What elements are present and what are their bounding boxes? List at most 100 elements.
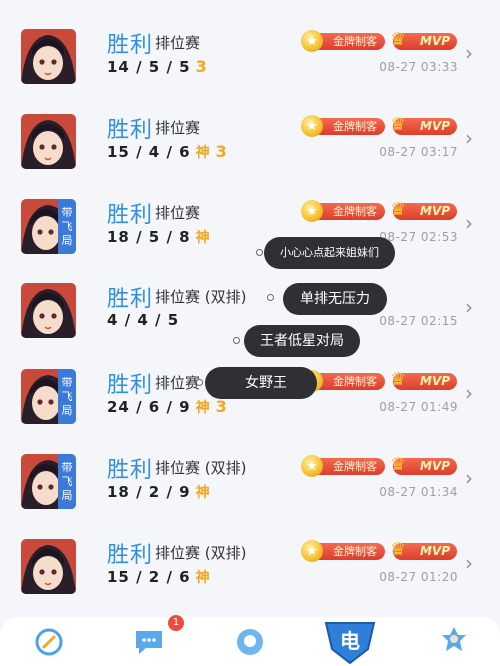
gold-badge-label: 金牌制客: [333, 205, 377, 218]
tag-bubble[interactable]: 王者低星对局: [244, 325, 360, 357]
hero-avatar: [21, 283, 76, 338]
carry-game-ribbon: 带飞局: [58, 369, 76, 424]
trophy-icon: ♛: [390, 539, 407, 560]
match-mode: 排位赛: [155, 34, 201, 52]
match-result: 胜利: [107, 118, 154, 143]
triple-kill-count: 3: [195, 57, 208, 76]
kda: 18 / 5 / 8神: [107, 227, 211, 247]
tag-bubble[interactable]: 小心心点起来姐妹们: [264, 237, 395, 269]
trophy-icon: ♛: [390, 199, 407, 220]
carry-game-ribbon: 带飞局: [58, 199, 76, 254]
match-time: 08-27 03:17: [379, 145, 458, 159]
gold-badge: ★ 金牌制客: [301, 200, 385, 222]
match-row[interactable]: 带飞局 胜利 排位赛 (双排) 18 / 2 / 9神 ★ 金牌制客 ♛ MVP 0…: [0, 452, 500, 530]
tag-anchor-dot: [267, 294, 274, 301]
match-result: 胜利: [107, 33, 154, 58]
tag-anchor-dot: [256, 249, 263, 256]
match-result: 胜利: [107, 458, 154, 483]
svg-text:电: 电: [340, 629, 360, 653]
match-time: 08-27 01:34: [379, 485, 458, 499]
chevron-right-icon[interactable]: ›: [465, 41, 473, 65]
gold-badge-label: 金牌制客: [333, 120, 377, 133]
mvp-badge: ♛ MVP: [390, 199, 457, 220]
tag-anchor-dot: [233, 337, 240, 344]
mvp-badge: ♛ MVP: [390, 114, 457, 135]
mvp-badge: ♛ MVP: [390, 29, 457, 50]
chevron-right-icon[interactable]: ›: [465, 381, 473, 405]
trophy-icon: ♛: [390, 454, 407, 475]
medal-icon: ★: [301, 540, 323, 562]
match-row[interactable]: 胜利 排位赛 14 / 5 / 53 ★ 金牌制客 ♛ MVP 08-27 03:3…: [0, 27, 500, 105]
gold-badge: ★ 金牌制客: [301, 455, 385, 477]
trophy-icon: ♛: [390, 369, 407, 390]
gold-badge-label: 金牌制客: [333, 375, 377, 388]
medal-icon: ★: [301, 115, 323, 137]
search-icon[interactable]: [233, 625, 267, 659]
mvp-label: MVP: [420, 119, 451, 133]
gold-badge-label: 金牌制客: [333, 35, 377, 48]
kda: 15 / 4 / 6神3: [107, 142, 228, 162]
kda: 4 / 4 / 5: [107, 311, 179, 329]
match-row[interactable]: 带飞局 胜利 排位赛 18 / 5 / 8神 ★ 金牌制客 ♛ MVP 08-27 …: [0, 197, 500, 275]
match-row[interactable]: 胜利 排位赛 15 / 4 / 6神3 ★ 金牌制客 ♛ MVP 08-27 03:…: [0, 112, 500, 190]
match-time: 08-27 01:20: [379, 570, 458, 584]
character-icon[interactable]: [437, 625, 471, 659]
match-result: 胜利: [107, 287, 154, 312]
mvp-label: MVP: [420, 459, 451, 473]
kda-value: 24 / 6 / 9: [107, 398, 191, 416]
mvp-badge: ♛ MVP: [390, 539, 457, 560]
kda-value: 18 / 2 / 9: [107, 483, 191, 501]
kda-value: 4 / 4 / 5: [107, 311, 180, 329]
tag-bubble[interactable]: 单排无压力: [283, 283, 387, 315]
godlike-tag: 神: [195, 400, 211, 416]
medal-icon: ★: [301, 30, 323, 52]
tag-anchor-dot: [196, 379, 203, 386]
hero-avatar: [21, 539, 76, 594]
kda-value: 15 / 4 / 6: [107, 143, 191, 161]
kda: 14 / 5 / 53: [107, 57, 208, 76]
gold-badge-label: 金牌制客: [333, 545, 377, 558]
chevron-right-icon[interactable]: ›: [465, 295, 473, 319]
notification-badge: 1: [168, 615, 184, 631]
hero-avatar: [21, 114, 76, 169]
kda: 18 / 2 / 9神: [107, 482, 211, 502]
bottom-tab-bar: 1 电: [0, 615, 500, 666]
mvp-label: MVP: [420, 544, 451, 558]
mvp-label: MVP: [420, 34, 451, 48]
triple-kill-count: 3: [215, 142, 228, 161]
mvp-label: MVP: [420, 204, 451, 218]
hero-avatar: 带飞局: [21, 454, 76, 509]
match-result: 胜利: [107, 543, 154, 568]
chevron-right-icon[interactable]: ›: [465, 126, 473, 150]
match-time: 08-27 02:15: [379, 314, 458, 328]
chat-icon[interactable]: [132, 625, 166, 659]
chevron-right-icon[interactable]: ›: [465, 466, 473, 490]
mvp-label: MVP: [420, 374, 451, 388]
medal-icon: ★: [301, 200, 323, 222]
match-mode: 排位赛 (双排): [155, 288, 247, 306]
godlike-tag: 神: [195, 485, 211, 501]
mvp-badge: ♛ MVP: [390, 454, 457, 475]
chevron-right-icon[interactable]: ›: [465, 551, 473, 575]
hero-avatar: 带飞局: [21, 199, 76, 254]
kda-value: 14 / 5 / 5: [107, 58, 191, 76]
esports-shield-icon[interactable]: 电: [322, 619, 378, 665]
gold-badge: ★ 金牌制客: [301, 540, 385, 562]
trophy-icon: ♛: [390, 29, 407, 50]
kda: 15 / 2 / 6神: [107, 567, 211, 587]
trophy-icon: ♛: [390, 114, 407, 135]
match-result: 胜利: [107, 373, 154, 398]
gold-badge-label: 金牌制客: [333, 460, 377, 473]
medal-icon: ★: [301, 455, 323, 477]
match-mode: 排位赛 (双排): [155, 544, 247, 562]
gold-badge: ★ 金牌制客: [301, 30, 385, 52]
match-time: 08-27 01:49: [379, 400, 458, 414]
tag-bubble[interactable]: 女野王: [205, 367, 317, 399]
chevron-right-icon[interactable]: ›: [465, 211, 473, 235]
match-result: 胜利: [107, 203, 154, 228]
hero-avatar: 带飞局: [21, 369, 76, 424]
match-row[interactable]: 胜利 排位赛 (双排) 15 / 2 / 6神 ★ 金牌制客 ♛ MVP 08-27…: [0, 537, 500, 615]
match-time: 08-27 03:33: [379, 60, 458, 74]
triple-kill-count: 3: [215, 397, 228, 416]
target-icon[interactable]: [32, 625, 66, 659]
